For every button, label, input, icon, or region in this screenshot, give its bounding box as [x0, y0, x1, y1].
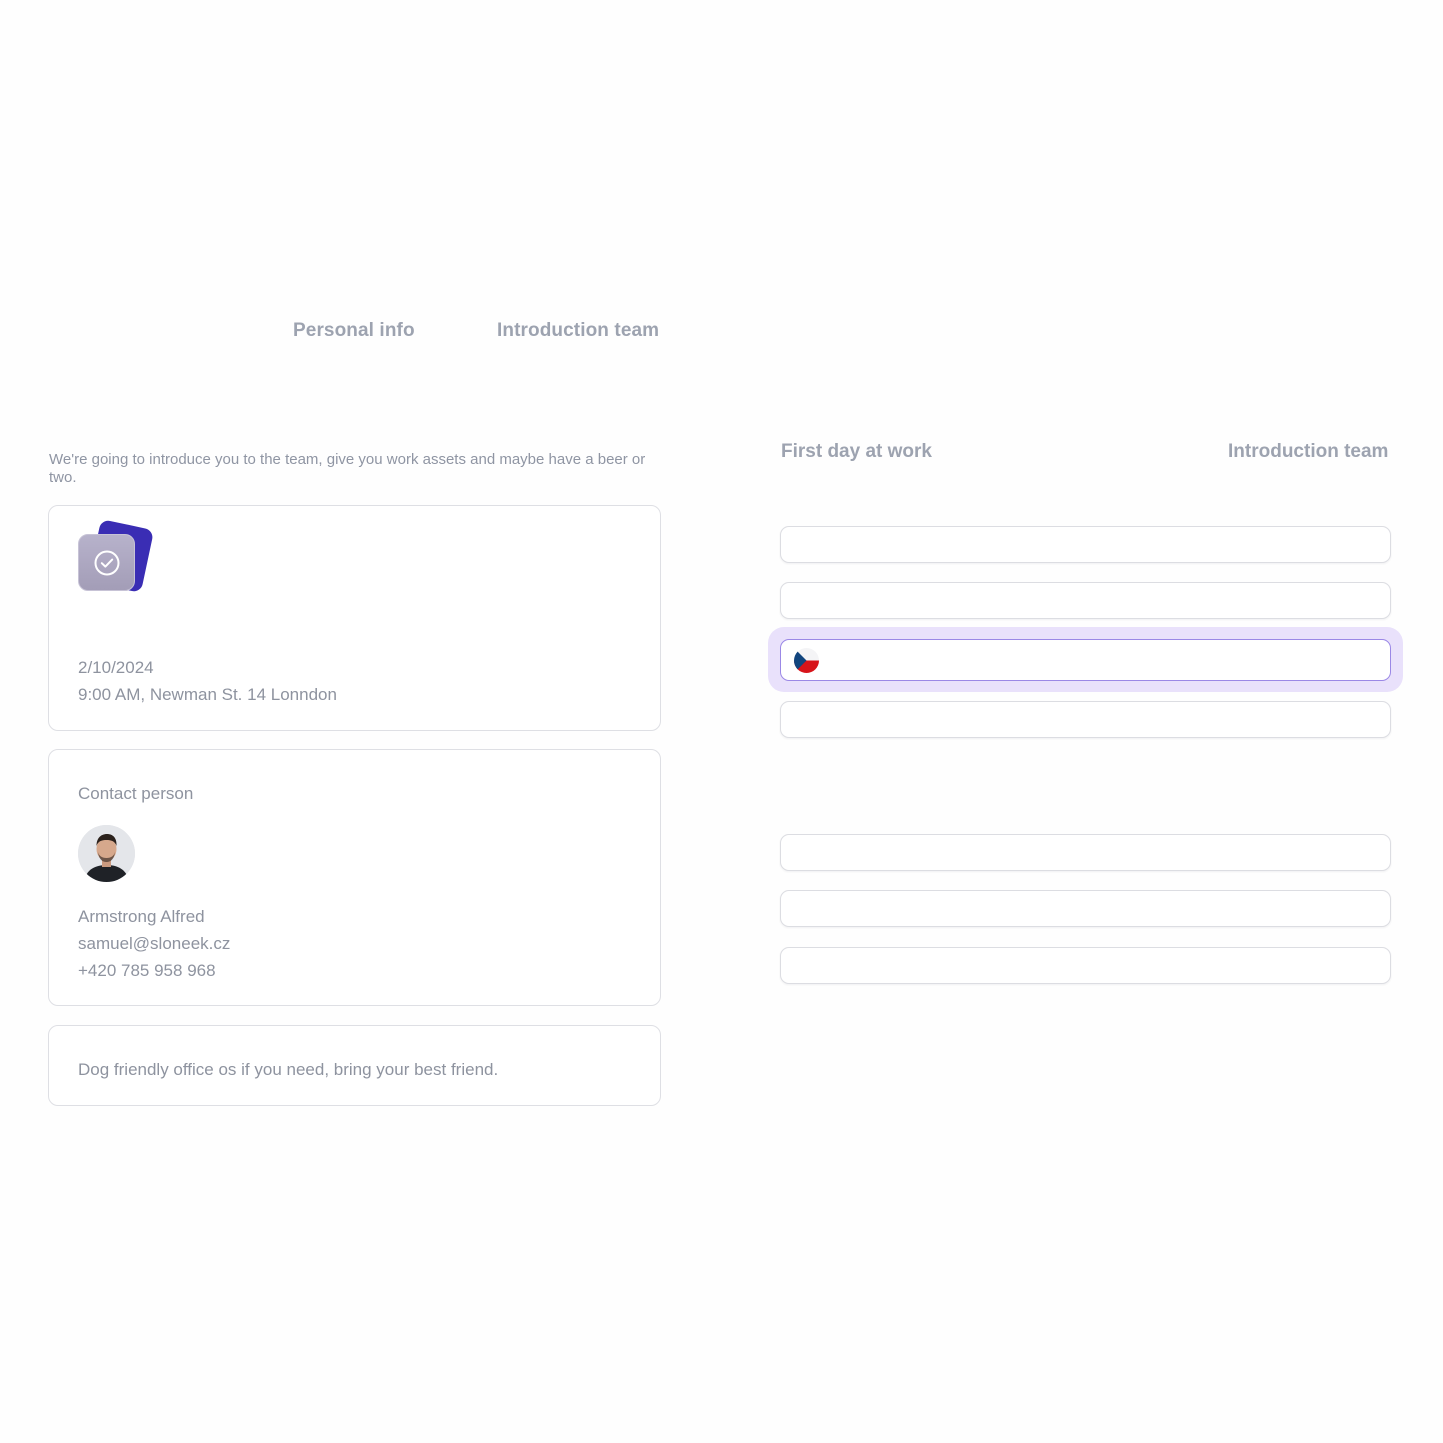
check-circle-icon — [78, 519, 155, 595]
intro-description: We're going to introduce you to the team… — [49, 451, 646, 486]
form-field-6[interactable] — [780, 947, 1391, 984]
contact-phone[interactable]: +420 785 958 968 — [78, 961, 216, 981]
first-day-card: 2/10/2024 9:00 AM, Newman St. 14 Lonndon — [48, 505, 661, 731]
tab-introduction-team[interactable]: Introduction team — [497, 320, 659, 342]
heading-introduction-team: Introduction team — [1228, 441, 1389, 462]
form-field-2[interactable] — [780, 582, 1391, 619]
first-day-date: 2/10/2024 — [78, 658, 154, 677]
czech-flag-icon[interactable] — [794, 647, 819, 673]
avatar — [78, 825, 135, 882]
contact-title: Contact person — [78, 784, 194, 803]
form-field-4[interactable] — [780, 834, 1391, 871]
form-field-1[interactable] — [780, 526, 1391, 563]
heading-first-day-at-work: First day at work — [781, 441, 932, 462]
contact-card: Contact person Armstrong Alfred samuel@s… — [48, 749, 661, 1006]
phone-field[interactable] — [780, 639, 1391, 681]
contact-email[interactable]: samuel@sloneek.cz — [78, 934, 230, 954]
note-card: Dog friendly office os if you need, brin… — [48, 1025, 661, 1106]
tab-personal-info[interactable]: Personal info — [293, 320, 415, 342]
form-field-5[interactable] — [780, 890, 1391, 927]
form-field-3[interactable] — [780, 701, 1391, 738]
contact-name: Armstrong Alfred — [78, 907, 205, 926]
first-day-time-location: 9:00 AM, Newman St. 14 Lonndon — [78, 685, 337, 704]
note-text: Dog friendly office os if you need, brin… — [78, 1060, 499, 1079]
